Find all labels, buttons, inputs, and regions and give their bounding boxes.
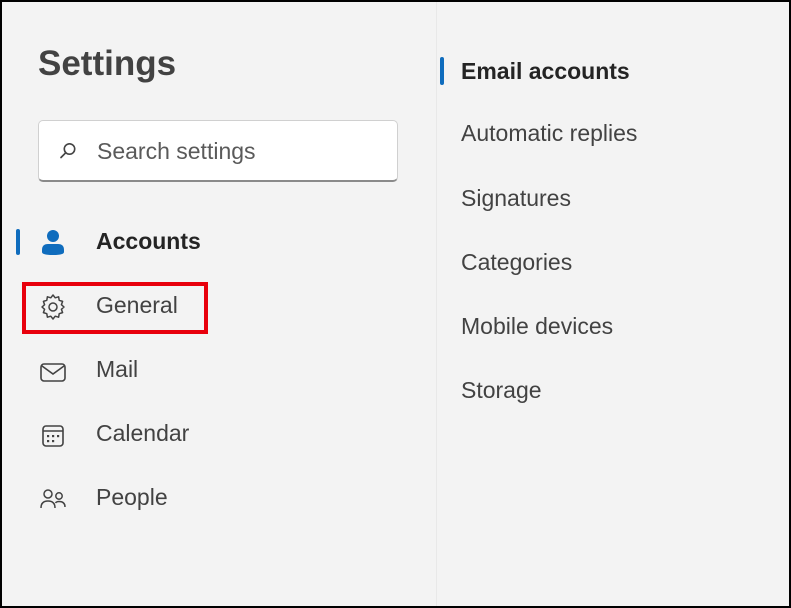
subnav-item-automatic-replies[interactable]: Automatic replies xyxy=(461,120,637,147)
subnav-item-signatures[interactable]: Signatures xyxy=(461,185,571,212)
subnav-item-email-accounts[interactable]: Email accounts xyxy=(461,58,630,85)
people-icon xyxy=(38,484,68,514)
nav-item-people[interactable]: People xyxy=(38,478,238,518)
search-icon xyxy=(59,142,77,160)
active-indicator xyxy=(16,229,20,255)
person-icon xyxy=(38,228,68,258)
nav-item-mail[interactable]: Mail xyxy=(38,350,238,390)
nav-item-accounts[interactable]: Accounts xyxy=(38,222,238,262)
nav-item-label: People xyxy=(96,484,168,510)
search-input[interactable] xyxy=(95,135,389,167)
settings-window: Settings Accounts xyxy=(0,0,791,608)
calendar-icon xyxy=(38,420,68,450)
mail-icon xyxy=(38,356,68,386)
subnav-item-storage[interactable]: Storage xyxy=(461,377,542,404)
search-box[interactable] xyxy=(38,120,398,182)
highlight-box xyxy=(22,282,208,334)
page-title: Settings xyxy=(38,44,177,83)
nav-item-label: Calendar xyxy=(96,420,190,446)
nav-item-calendar[interactable]: Calendar xyxy=(38,414,238,454)
subnav-item-mobile-devices[interactable]: Mobile devices xyxy=(461,313,613,340)
nav-item-label: Mail xyxy=(96,356,139,382)
settings-nav-pane: Settings Accounts xyxy=(2,2,436,606)
nav-item-label: Accounts xyxy=(96,228,201,254)
active-indicator xyxy=(440,57,444,85)
accounts-subnav-pane: Email accounts Automatic replies Signatu… xyxy=(437,2,789,606)
subnav-item-categories[interactable]: Categories xyxy=(461,249,572,276)
